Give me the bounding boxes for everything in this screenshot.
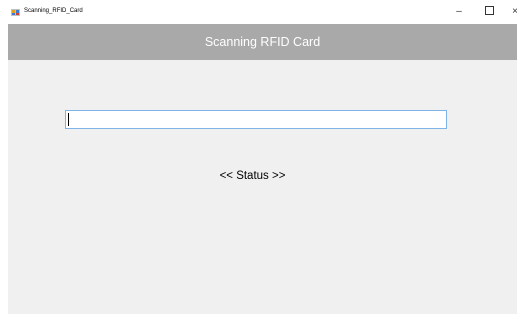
maximize-icon [484,5,494,15]
text-caret [68,113,69,126]
form-client-area: Scanning RFID Card << Status >> [8,24,517,314]
app-icon [11,9,20,16]
window-title: Scanning_RFID_Card [24,8,83,14]
minimize-icon: – [456,6,462,17]
minimize-button[interactable]: – [449,4,469,20]
close-button[interactable]: × [505,4,517,20]
header-title: Scanning RFID Card [204,35,321,49]
maximize-button[interactable] [479,4,499,20]
close-icon: × [512,6,517,17]
header-band: Scanning RFID Card [8,24,517,60]
rfid-card-input[interactable] [65,110,447,129]
status-label: << Status >> [219,170,286,182]
window-titlebar[interactable]: Scanning_RFID_Card – × [0,0,517,24]
